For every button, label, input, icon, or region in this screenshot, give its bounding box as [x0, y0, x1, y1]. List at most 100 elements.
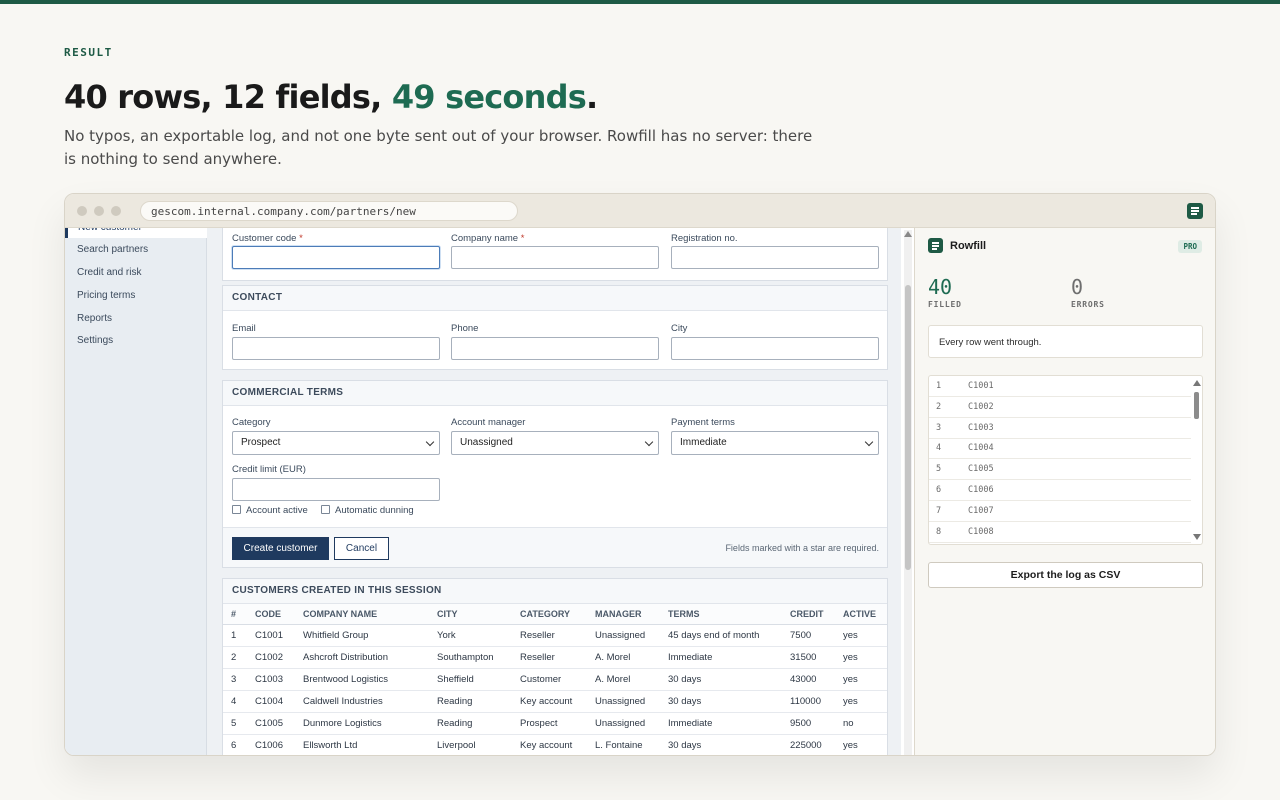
log-row-code: C1006: [968, 485, 994, 495]
registration-input[interactable]: [671, 246, 879, 269]
form-actions: Create customer Cancel Fields marked wit…: [223, 527, 887, 567]
table-cell: Dunmore Logistics: [295, 712, 429, 735]
log-row-number: 7: [936, 505, 942, 516]
log-entry: 3 C1003: [929, 418, 1191, 439]
table-cell: A. Morel: [587, 646, 660, 669]
sidebar: New customer Search partners Credit and …: [65, 228, 207, 755]
log-row-number: 5: [936, 464, 942, 475]
automatic-dunning-checkbox[interactable]: Automatic dunning: [321, 505, 414, 516]
sidebar-item-settings[interactable]: Settings: [77, 335, 113, 346]
table-cell: 43000: [782, 668, 835, 691]
scrollbar-thumb[interactable]: [905, 285, 911, 570]
log-row-number: 1: [936, 381, 942, 391]
credit-limit-input[interactable]: [232, 478, 440, 501]
scrollbar-thumb[interactable]: [1194, 392, 1199, 419]
sidebar-item-reports[interactable]: Reports: [77, 313, 112, 324]
top-accent-bar: [0, 0, 1280, 4]
browser-toolbar: gescom.internal.company.com/partners/new: [65, 194, 1215, 228]
create-customer-button[interactable]: Create customer: [232, 537, 329, 560]
email-field[interactable]: [232, 337, 440, 360]
session-table-title: CUSTOMERS CREATED IN THIS SESSION: [223, 579, 887, 604]
sidebar-item-credit-and-risk[interactable]: Credit and risk: [77, 267, 141, 278]
table-row[interactable]: 1 C1001 Whitfield Group York Reseller Unassig…: [223, 624, 887, 647]
credit-limit-label: Credit limit (EUR): [232, 464, 306, 475]
checkbox-box[interactable]: [232, 505, 241, 514]
company-name-input[interactable]: [451, 246, 659, 269]
payment-terms-label: Payment terms: [671, 417, 735, 428]
table-cell: L. Fontaine: [587, 734, 660, 755]
category-label: Category: [232, 417, 271, 428]
table-cell: 7500: [782, 624, 835, 647]
scroll-down-arrow-icon[interactable]: [1193, 534, 1201, 540]
manager-select-value: Unassigned: [460, 437, 513, 448]
table-cell: Reading: [429, 690, 512, 713]
table-cell: yes: [835, 668, 887, 691]
table-cell: Southampton: [429, 646, 512, 669]
chevron-down-icon: [425, 437, 435, 447]
customer-code-input[interactable]: [232, 246, 440, 269]
table-cell: Key account: [512, 690, 587, 713]
scroll-up-arrow-icon[interactable]: [1193, 380, 1201, 386]
email-label: Email: [232, 323, 256, 334]
manager-label: Account manager: [451, 417, 526, 428]
table-cell: Unassigned: [587, 690, 660, 713]
table-cell: Sheffield: [429, 668, 512, 691]
log-row-code: C1003: [968, 422, 994, 433]
table-cell: 30 days: [660, 690, 782, 713]
page-scrollbar[interactable]: [904, 230, 912, 755]
rowfill-logo-icon: [928, 238, 943, 253]
city-field[interactable]: [671, 337, 879, 360]
table-row[interactable]: 6 C1006 Ellsworth Ltd Liverpool Key account L…: [223, 734, 887, 755]
table-row[interactable]: 4 C1004 Caldwell Industries Reading Key acco…: [223, 690, 887, 713]
cancel-button[interactable]: Cancel: [334, 537, 389, 560]
window-dot-maximize[interactable]: [111, 206, 121, 216]
category-select[interactable]: Prospect: [232, 431, 440, 455]
phone-field[interactable]: [451, 337, 659, 360]
export-csv-button[interactable]: Export the log as CSV: [928, 562, 1203, 588]
category-select-value: Prospect: [241, 437, 281, 448]
table-cell: 1: [223, 624, 247, 647]
checkbox-box[interactable]: [321, 505, 330, 514]
scroll-up-arrow-icon[interactable]: [904, 231, 912, 237]
column-header: ACTIVE: [835, 604, 887, 625]
table-cell: 30 days: [660, 668, 782, 691]
table-cell: Liverpool: [429, 734, 512, 755]
table-row[interactable]: 2 C1002 Ashcroft Distribution Southampton Re…: [223, 646, 887, 669]
automatic-dunning-label: Automatic dunning: [335, 505, 414, 516]
phone-label: Phone: [451, 323, 479, 334]
rowfill-title: Rowfill: [950, 240, 987, 252]
table-cell: yes: [835, 646, 887, 669]
crm-app: New customer Search partners Credit and …: [65, 228, 901, 755]
account-active-checkbox[interactable]: Account active: [232, 505, 308, 516]
payment-select-value: Immediate: [680, 437, 727, 448]
log-row-number: 6: [936, 485, 942, 495]
table-cell: Prospect: [512, 712, 587, 735]
column-header: CODE: [247, 604, 295, 625]
table-cell: C1004: [247, 690, 295, 713]
headline-accent: 49 seconds: [391, 78, 587, 116]
table-cell: C1006: [247, 734, 295, 755]
account-manager-select[interactable]: Unassigned: [451, 431, 659, 455]
sidebar-item-new-customer[interactable]: New customer: [65, 228, 207, 238]
sidebar-item-pricing-terms[interactable]: Pricing terms: [77, 290, 135, 301]
rowfill-extension-icon[interactable]: [1187, 203, 1203, 219]
table-cell: 9500: [782, 712, 835, 735]
status-message: Every row went through.: [928, 325, 1203, 358]
payment-terms-select[interactable]: Immediate: [671, 431, 879, 455]
table-cell: Key account: [512, 734, 587, 755]
table-cell: 225000: [782, 734, 835, 755]
chevron-down-icon: [644, 437, 654, 447]
table-cell: 2: [223, 646, 247, 669]
pro-badge: PRO: [1178, 240, 1202, 253]
chevron-down-icon: [864, 437, 874, 447]
window-dot-close[interactable]: [77, 206, 87, 216]
table-row[interactable]: 5 C1005 Dunmore Logistics Reading Prospect Un…: [223, 712, 887, 735]
log-row-code: C1005: [968, 464, 994, 475]
browser-window: gescom.internal.company.com/partners/new…: [64, 193, 1216, 756]
log-scrollbar[interactable]: [1192, 377, 1201, 543]
table-cell: 6: [223, 734, 247, 755]
window-dot-minimize[interactable]: [94, 206, 104, 216]
table-row[interactable]: 3 C1003 Brentwood Logistics Sheffield Custom…: [223, 668, 887, 691]
sidebar-item-search-partners[interactable]: Search partners: [77, 244, 148, 255]
address-bar[interactable]: gescom.internal.company.com/partners/new: [140, 201, 518, 221]
